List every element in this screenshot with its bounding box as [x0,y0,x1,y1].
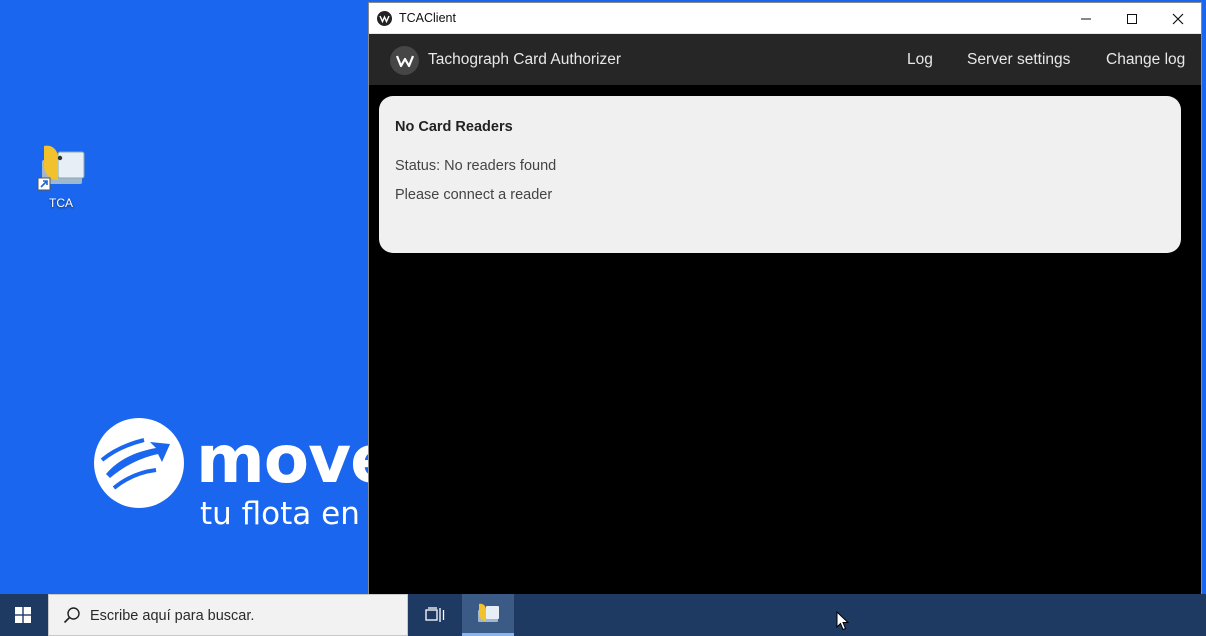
taskbar-search-box[interactable]: Escribe aquí para buscar. [48,594,408,636]
taskbar: Escribe aquí para buscar. [0,594,1206,636]
close-button[interactable] [1155,3,1201,34]
window-title: TCAClient [399,11,456,25]
windows-logo-icon [15,607,31,623]
brand-wordmark: move [196,421,395,498]
maximize-icon [1127,13,1137,24]
brand-tagline: tu flota en [200,496,360,532]
card-heading: No Card Readers [395,119,513,135]
minimize-icon [1081,18,1091,19]
search-icon [63,607,80,624]
minimize-button[interactable] [1063,3,1109,34]
connect-message: Please connect a reader [395,187,553,203]
start-button[interactable] [0,594,46,636]
nav-server-settings[interactable]: Server settings [967,51,1070,69]
desktop-shortcut-tca[interactable]: TCA [30,140,92,214]
brand-logo-icon [94,418,184,508]
status-text: Status: No readers found [395,158,557,174]
close-icon [1172,13,1184,24]
app-logo-icon [395,55,414,67]
task-view-button[interactable] [412,594,458,636]
tcaclient-window: TCAClient Tachograph Card Authorizer Log… [368,2,1202,594]
window-titlebar[interactable]: TCAClient [369,3,1201,34]
nav-change-log[interactable]: Change log [1106,51,1185,69]
maximize-button[interactable] [1109,3,1155,34]
desktop-shortcut-label: TCA [49,196,73,210]
app-icon [377,11,392,26]
taskbar-app-tcaclient[interactable] [462,594,514,636]
task-view-icon [425,607,445,622]
nav-log[interactable]: Log [907,51,933,69]
tca-taskbar-icon [478,603,499,622]
app-logo [390,46,419,75]
search-placeholder: Escribe aquí para buscar. [90,608,255,624]
mouse-cursor-icon [836,611,850,631]
wallpaper-brand: move tu flota en [92,412,395,542]
card-reader-status-card: No Card Readers Status: No readers found… [379,96,1181,253]
app-header: Tachograph Card Authorizer Log Server se… [369,34,1201,85]
app-name: Tachograph Card Authorizer [428,51,622,68]
tca-app-icon [37,145,85,191]
